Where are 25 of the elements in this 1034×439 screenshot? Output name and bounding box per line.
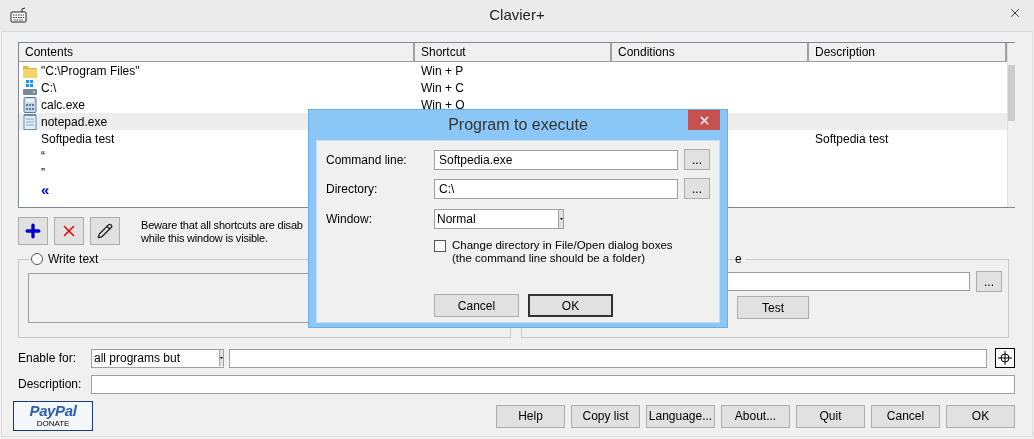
- notice-text: while this window is visible.: [141, 232, 269, 245]
- table-cell: Win + P: [421, 63, 464, 78]
- field-label: Command line:: [326, 151, 408, 169]
- field-label: Window:: [326, 210, 373, 228]
- option-label: (the command line should be a folder): [452, 252, 647, 265]
- group-label: e: [735, 252, 742, 266]
- contents-text: ”: [40, 164, 45, 182]
- table-cell: Win + C: [421, 80, 464, 95]
- contents-text: "C:\Program Files": [40, 62, 140, 80]
- contents-text: calc.exe: [40, 96, 86, 114]
- radio-label: Write text: [48, 251, 99, 268]
- table-cell: Win + O: [421, 97, 465, 112]
- table-cell: Softpedia test: [815, 131, 889, 146]
- option-label: Change directory in File/Open dialog boxes: [452, 239, 673, 252]
- contents-text: «: [40, 182, 50, 197]
- contents-text: notepad.exe: [40, 113, 108, 131]
- field-label: Directory:: [326, 180, 379, 198]
- contents-text: “: [40, 147, 45, 165]
- contents-text: Softpedia test: [40, 130, 115, 148]
- window-title: Clavier+: [489, 5, 545, 26]
- field-label: Description:: [18, 376, 83, 393]
- dialog-title: Program to execute: [448, 115, 588, 135]
- notice-text: Beware that all shortcuts are disab: [141, 219, 303, 232]
- contents-text: C:\: [40, 79, 57, 97]
- field-label: Enable for:: [18, 350, 78, 367]
